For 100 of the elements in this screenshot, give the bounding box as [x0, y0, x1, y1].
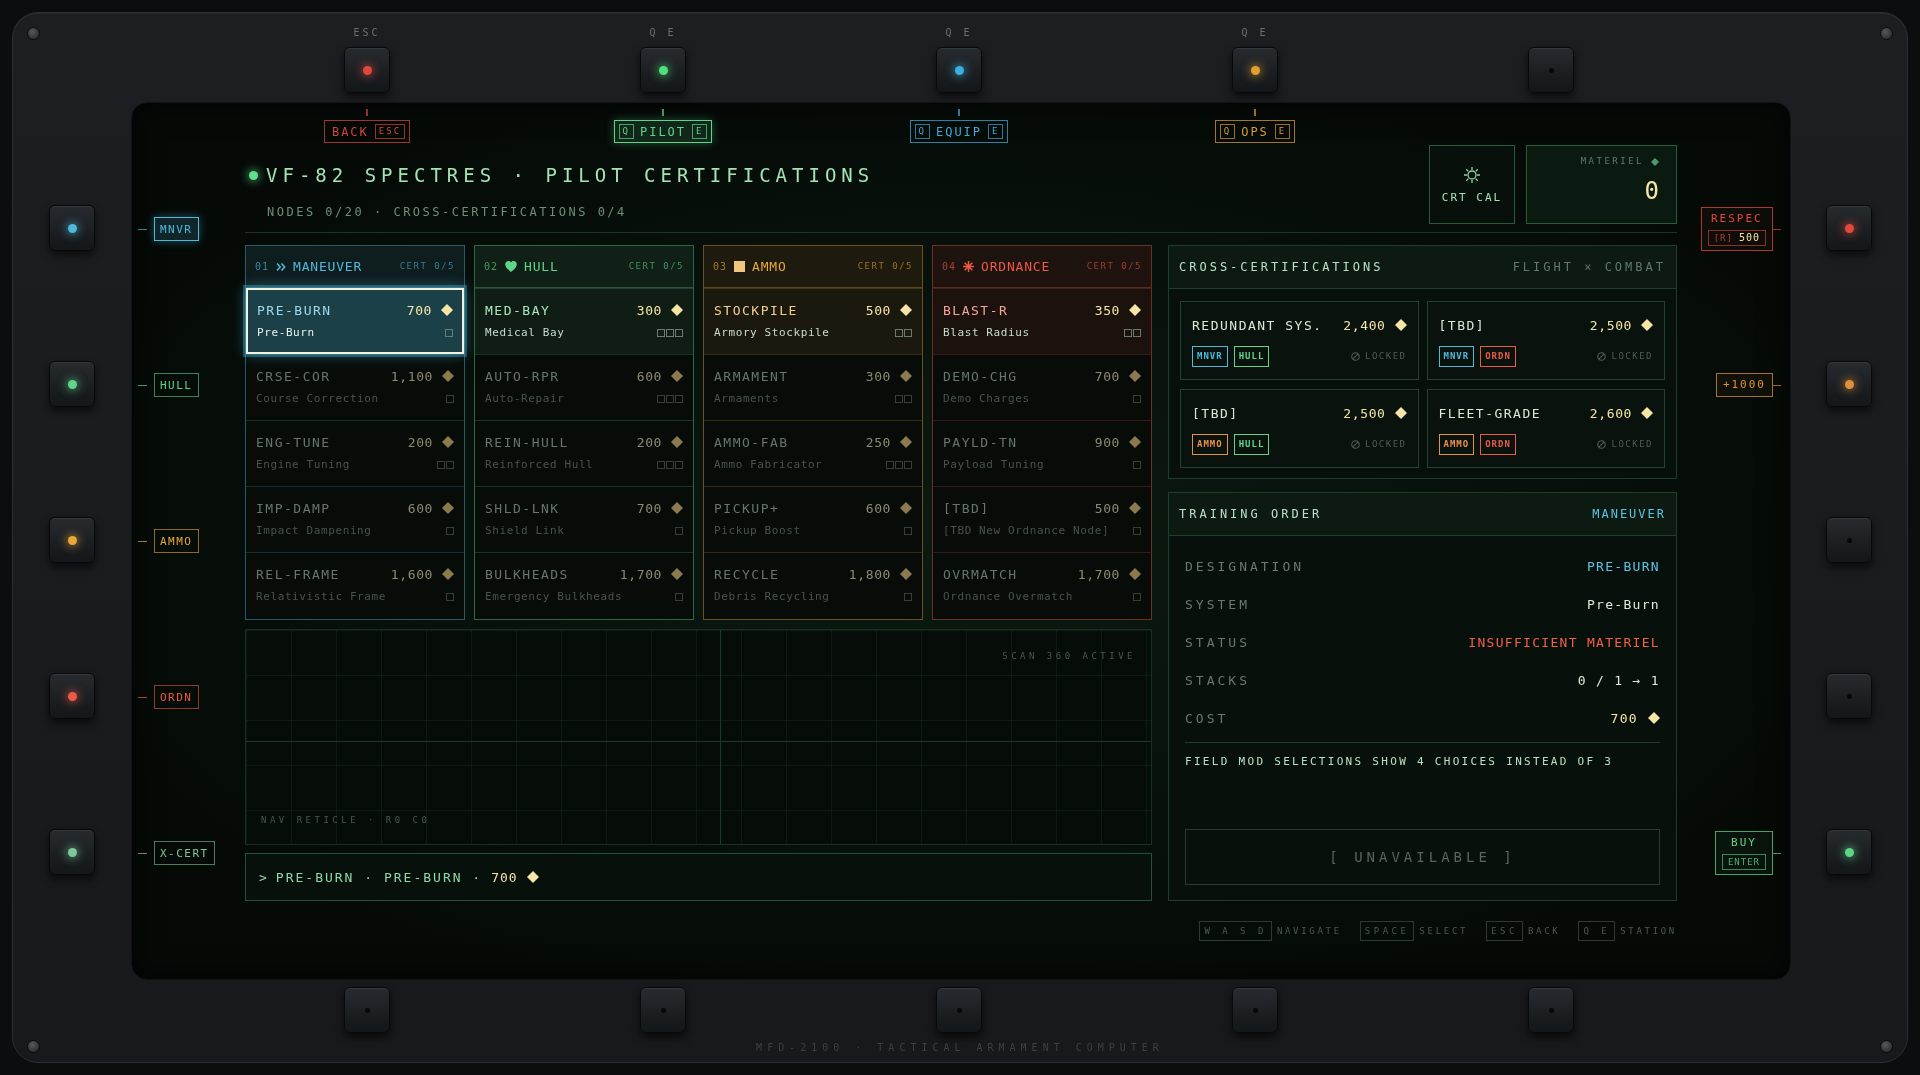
- command-cost: 700: [491, 870, 518, 884]
- bezel-button[interactable]: [49, 205, 95, 251]
- diamond-icon: [900, 370, 912, 382]
- certification-node[interactable]: MED-BAY 300 Medical Bay: [475, 288, 693, 354]
- category-tag: MNVR: [1438, 346, 1475, 367]
- node-name: Armory Stockpile: [714, 326, 830, 340]
- category-softkey[interactable]: AMMO: [154, 529, 199, 553]
- node-code: REL-FRAME: [256, 567, 340, 581]
- cert-name: FLEET-GRADE: [1438, 406, 1542, 420]
- prompt-symbol: >: [259, 870, 267, 884]
- certification-node[interactable]: CRSE-COR 1,100 Course Correction: [246, 354, 464, 420]
- cert-name: [TBD]: [1438, 318, 1486, 332]
- certification-node[interactable]: [TBD] 500 [TBD New Ordnance Node]: [933, 486, 1151, 552]
- certification-node[interactable]: RECYCLE 1,800 Debris Recycling: [704, 552, 922, 618]
- certification-node[interactable]: ARMAMENT 300 Armaments: [704, 354, 922, 420]
- cross-cert-card[interactable]: [TBD] 2,500 MNVR ORDN LOCKED: [1426, 301, 1665, 380]
- bezel-button[interactable]: [640, 47, 686, 93]
- certification-node[interactable]: STOCKPILE 500 Armory Stockpile: [704, 288, 922, 354]
- cert-cost: 2,400: [1343, 318, 1386, 332]
- node-name: Debris Recycling: [714, 590, 830, 604]
- node-code: AMMO-FAB: [714, 435, 789, 449]
- key-cap: E: [988, 124, 1004, 139]
- certification-node[interactable]: BLAST-R 350 Blast Radius: [933, 288, 1151, 354]
- certification-node[interactable]: PICKUP+ 600 Pickup Boost: [704, 486, 922, 552]
- category-softkey[interactable]: X-CERT: [154, 841, 215, 865]
- bezel-button[interactable]: [1826, 361, 1872, 407]
- certification-node[interactable]: PAYLD-TN 900 Payload Tuning: [933, 420, 1151, 486]
- node-code: PRE-BURN: [257, 303, 332, 317]
- cross-cert-card[interactable]: FLEET-GRADE 2,600 AMMO ORDN LOCKED: [1426, 389, 1665, 468]
- node-name: Ordnance Overmatch: [943, 590, 1073, 604]
- node-cost: 1,700: [619, 567, 662, 581]
- certification-node[interactable]: BULKHEADS 1,700 Emergency Bulkheads: [475, 552, 693, 618]
- cross-cert-card[interactable]: [TBD] 2,500 AMMO HULL LOCKED: [1180, 389, 1419, 468]
- certification-node[interactable]: SHLD-LNK 700 Shield Link: [475, 486, 693, 552]
- diamond-icon: [1129, 502, 1141, 514]
- node-code: PAYLD-TN: [943, 435, 1018, 449]
- station-tab[interactable]: Q OPS E: [1214, 120, 1296, 143]
- certification-node[interactable]: AUTO-RPR 600 Auto-Repair: [475, 354, 693, 420]
- key-cap: W A S D: [1199, 921, 1272, 941]
- panel-title: CROSS-CERTIFICATIONS: [1179, 261, 1384, 273]
- node-name: Impact Dampening: [256, 524, 372, 538]
- category-tag: HULL: [1233, 434, 1270, 455]
- certification-node[interactable]: IMP-DAMP 600 Impact Dampening: [246, 486, 464, 552]
- category-tag: ORDN: [1480, 346, 1516, 367]
- cert-count: CERT 0/5: [857, 262, 913, 271]
- category-softkey[interactable]: MNVR: [154, 217, 199, 241]
- diamond-icon: [671, 370, 683, 382]
- bezel-button[interactable]: [49, 517, 95, 563]
- field-label: SYSTEM: [1185, 597, 1250, 611]
- station-tab[interactable]: Q PILOT E: [613, 120, 713, 143]
- cert-cost: 2,500: [1589, 318, 1632, 332]
- key-cap: Q: [914, 124, 930, 139]
- key-cap: SPACE: [1359, 921, 1415, 941]
- cross-cert-card[interactable]: REDUNDANT SYS. 2,400 MNVR HULL LOCKED: [1180, 301, 1419, 380]
- price-text: 500: [1738, 233, 1760, 243]
- node-cost: 600: [636, 369, 662, 383]
- bezel-button[interactable]: [344, 47, 390, 93]
- key-label: ENTER: [1727, 857, 1760, 867]
- page-subtitle: NODES 0/20 · CROSS-CERTIFICATIONS 0/4: [266, 204, 628, 220]
- calibrate-button[interactable]: CRT CAL: [1429, 145, 1515, 224]
- certification-node[interactable]: REL-FRAME 1,600 Relativistic Frame: [246, 552, 464, 618]
- diamond-icon: [1648, 712, 1660, 724]
- back-tab[interactable]: BACK ESC: [323, 120, 411, 143]
- leader-line: [138, 228, 147, 230]
- diamond-icon: [671, 502, 683, 514]
- softkey-panel[interactable]: BUY ENTER: [1714, 831, 1773, 875]
- key-cap: E: [1274, 124, 1291, 139]
- bezel-button[interactable]: [1826, 205, 1872, 251]
- softkey-panel[interactable]: +1000: [1715, 373, 1773, 397]
- certification-node[interactable]: OVRMATCH 1,700 Ordnance Overmatch: [933, 552, 1151, 618]
- bezel-button[interactable]: [49, 361, 95, 407]
- cert-count: CERT 0/5: [399, 262, 455, 271]
- softkey-panel[interactable]: RESPEC [R] 500: [1700, 207, 1773, 251]
- category-softkey[interactable]: ORDN: [154, 685, 199, 709]
- station-tab[interactable]: Q EQUIP E: [909, 120, 1009, 143]
- asterisk-icon: [963, 261, 975, 272]
- node-name: Emergency Bulkheads: [485, 590, 623, 604]
- certification-node[interactable]: ENG-TUNE 200 Engine Tuning: [246, 420, 464, 486]
- node-name: Shield Link: [485, 524, 565, 538]
- category-tag: AMMO: [1438, 434, 1475, 455]
- bezel-button[interactable]: [49, 673, 95, 719]
- bezel-button[interactable]: [936, 47, 982, 93]
- certification-node[interactable]: DEMO-CHG 700 Demo Charges: [933, 354, 1151, 420]
- screw-icon: [1880, 27, 1893, 40]
- node-code: PICKUP+: [714, 501, 780, 515]
- leader-line: [138, 696, 147, 698]
- key-action: NAVIGATE: [1276, 926, 1342, 936]
- key-label: [R]: [1713, 233, 1733, 243]
- bezel-button[interactable]: [49, 829, 95, 875]
- category-softkey[interactable]: HULL: [154, 373, 199, 397]
- bezel-button[interactable]: [1826, 829, 1872, 875]
- key-action: STATION: [1620, 926, 1677, 936]
- certification-node[interactable]: PRE-BURN 700 Pre-Burn: [246, 288, 464, 354]
- category-tag: ORDN: [1480, 434, 1516, 455]
- field-value: PRE-BURN: [1587, 559, 1660, 573]
- certification-node[interactable]: AMMO-FAB 250 Ammo Fabricator: [704, 420, 922, 486]
- field-value: Pre-Burn: [1587, 597, 1660, 611]
- certification-node[interactable]: REIN-HULL 200 Reinforced Hull: [475, 420, 693, 486]
- diamond-icon: [900, 568, 912, 580]
- bezel-button[interactable]: [1232, 47, 1278, 93]
